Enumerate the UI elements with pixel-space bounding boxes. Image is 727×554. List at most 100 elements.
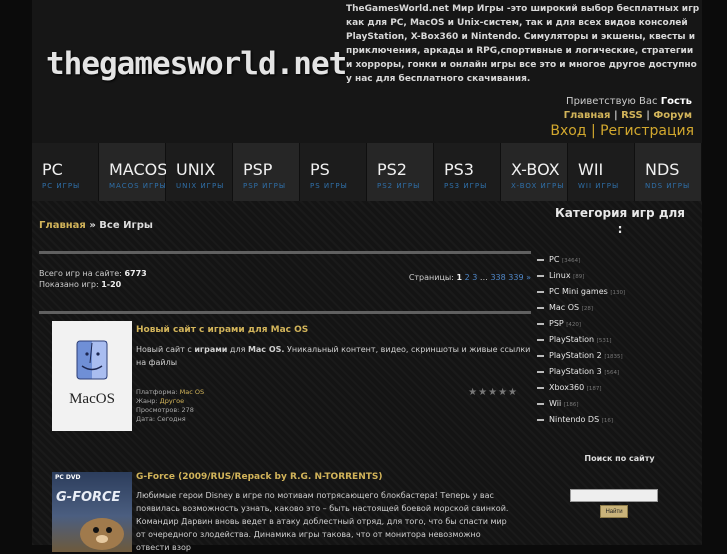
search-button[interactable]: Найти <box>600 505 628 518</box>
rating-stars[interactable]: ★★★★★ <box>468 387 518 398</box>
category-name: PSP <box>549 319 564 328</box>
meta-views: Просмотров: 278 <box>136 406 204 415</box>
divider <box>39 251 531 254</box>
category-count: [186] <box>563 402 579 408</box>
game-entry: PC DVD G-FORCE G-Force (2009/RUS/Repack … <box>52 470 532 552</box>
nav-title: PSP <box>243 160 273 179</box>
forum-link[interactable]: Форум <box>653 110 692 121</box>
search-heading: Поиск по сайту <box>584 454 655 463</box>
nav-subtitle: PS ИГРЫ <box>310 182 348 190</box>
login-link[interactable]: Вход <box>550 123 586 139</box>
entry-title-link[interactable]: Новый сайт с играми для Mac OS <box>136 325 308 335</box>
nav-title: UNIX <box>176 160 216 179</box>
bullet-dash <box>537 354 544 357</box>
page-link-338[interactable]: 338 <box>490 273 505 282</box>
nav-title: PS <box>310 160 330 179</box>
mac-finder-icon <box>76 340 108 380</box>
nav-item-xbox[interactable]: X-BOX X-BOX ИГРЫ <box>501 143 568 201</box>
meta-genre: Жанр: Другое <box>136 397 204 406</box>
meta-label: Просмотров: <box>136 406 180 414</box>
nav-title: PS3 <box>444 160 474 179</box>
nav-subtitle: PC ИГРЫ <box>42 182 81 190</box>
nav-title: NDS <box>645 160 680 179</box>
pagination-label: Страницы: <box>408 273 454 282</box>
category-count: [1835] <box>604 354 623 360</box>
category-item-mac-os[interactable]: Mac OS [28] <box>537 303 593 312</box>
category-item-pc[interactable]: PC [3464] <box>537 255 580 264</box>
nav-item-ps[interactable]: PS PS ИГРЫ <box>300 143 367 201</box>
category-item-linux[interactable]: Linux [89] <box>537 271 584 280</box>
breadcrumb-separator: » <box>89 220 96 231</box>
nav-item-psp[interactable]: PSP PSP ИГРЫ <box>233 143 300 201</box>
nav-item-pc[interactable]: PC PC ИГРЫ <box>32 143 99 201</box>
meta-label: Платформа: <box>136 388 178 396</box>
bullet-dash <box>537 418 544 421</box>
link-separator: | <box>613 110 618 121</box>
greeting: Приветствую Вас Гость <box>566 96 692 107</box>
breadcrumb-home-link[interactable]: Главная <box>39 220 86 231</box>
guinea-pig-icon <box>80 518 124 550</box>
category-count: [130] <box>610 290 626 296</box>
category-item-wii[interactable]: Wii [186] <box>537 399 579 408</box>
macos-thumbnail[interactable]: MacOS <box>52 321 132 431</box>
site-logo[interactable]: thegamesworld.net <box>46 46 347 82</box>
bullet-dash <box>537 402 544 405</box>
nav-title: X-BOX <box>511 160 560 179</box>
category-item-playstation-2[interactable]: PlayStation 2 [1835] <box>537 351 623 360</box>
search-input[interactable] <box>570 489 658 502</box>
user-name: Гость <box>660 96 692 107</box>
category-item-playstation[interactable]: PlayStation [531] <box>537 335 611 344</box>
platform-link[interactable]: Mac OS <box>180 388 204 396</box>
category-heading: Категория игр для: <box>545 205 695 237</box>
category-name: Xbox360 <box>549 383 585 392</box>
page-next-link[interactable]: » <box>526 273 531 282</box>
category-item-psp[interactable]: PSP [420] <box>537 319 581 328</box>
nav-item-wii[interactable]: WII WII ИГРЫ <box>568 143 635 201</box>
nav-item-unix[interactable]: UNIX UNIX ИГРЫ <box>166 143 233 201</box>
category-name: Mac OS <box>549 303 580 312</box>
gforce-thumbnail[interactable]: PC DVD G-FORCE <box>52 472 132 552</box>
category-name: PC <box>549 255 560 264</box>
category-name: Nintendo DS <box>549 415 600 424</box>
register-link[interactable]: Регистрация <box>600 123 694 139</box>
nav-item-ps2[interactable]: PS2 PS2 ИГРЫ <box>367 143 434 201</box>
category-name: PlayStation 2 <box>549 351 602 360</box>
page-link-2[interactable]: 2 <box>465 273 470 282</box>
pagination: Страницы: 1 2 3 … 338 339 » <box>409 272 531 283</box>
nav-item-macos[interactable]: MACOS MACOS ИГРЫ <box>99 143 167 201</box>
thumbnail-caption: MacOS <box>69 391 115 407</box>
entry-text-part: Новый сайт с <box>136 345 195 354</box>
meta-value: Сегодня <box>157 415 186 423</box>
category-heading-text: Категория игр для <box>554 206 686 220</box>
nav-item-nds[interactable]: NDS NDS ИГРЫ <box>635 143 702 201</box>
page-current: 1 <box>456 273 463 282</box>
entry-text-bold: Mac OS. <box>247 345 285 354</box>
home-link[interactable]: Главная <box>564 110 611 121</box>
entry-text: Новый сайт с играми для Mac OS. Уникальн… <box>136 343 532 369</box>
link-separator: | <box>646 110 650 121</box>
entry-text-bold: играми <box>194 345 228 354</box>
category-name: Wii <box>549 399 562 408</box>
category-item-pc-mini-games[interactable]: PC Mini games [130] <box>537 287 625 296</box>
category-count: [3464] <box>561 258 581 264</box>
nav-subtitle: PS2 ИГРЫ <box>377 182 421 190</box>
nav-item-ps3[interactable]: PS3 PS3 ИГРЫ <box>434 143 501 201</box>
rss-link[interactable]: RSS <box>621 110 643 121</box>
category-item-xbox360[interactable]: Xbox360 [187] <box>537 383 602 392</box>
bullet-dash <box>537 386 544 389</box>
page-link-339[interactable]: 339 <box>508 273 523 282</box>
page-link-3[interactable]: 3 <box>472 273 477 282</box>
bullet-dash <box>537 338 544 341</box>
genre-link[interactable]: Другое <box>160 397 184 405</box>
entry-text: Любимые герои Disney в игре по мотивам п… <box>136 491 509 552</box>
nav-subtitle: X-BOX ИГРЫ <box>511 182 565 190</box>
category-item-nintendo-ds[interactable]: Nintendo DS [16] <box>537 415 613 424</box>
category-item-playstation-3[interactable]: PlayStation 3 [564] <box>537 367 619 376</box>
category-name: Linux <box>549 271 571 280</box>
category-count: [531] <box>596 338 612 344</box>
nav-subtitle: PSP ИГРЫ <box>243 182 287 190</box>
games-stats: Всего игр на сайте: 6773 Показано игр: 1… <box>39 268 531 302</box>
shown-games-value: 1-20 <box>101 280 122 289</box>
entry-title-link[interactable]: G-Force (2009/RUS/Repack by R.G. N-TORRE… <box>136 472 382 482</box>
nav-subtitle: NDS ИГРЫ <box>645 182 691 190</box>
